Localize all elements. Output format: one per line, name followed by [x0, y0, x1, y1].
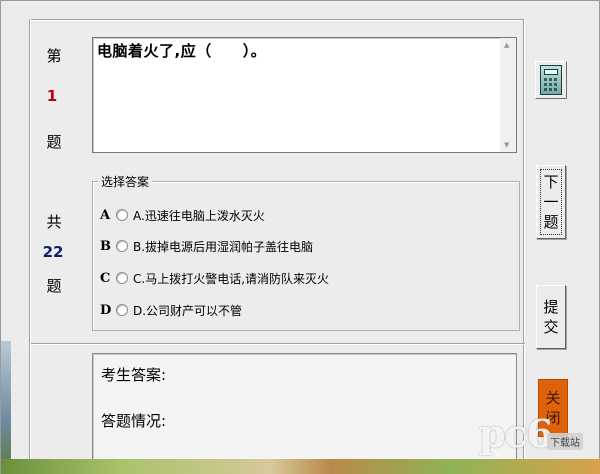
option-letter: D [100, 302, 112, 318]
left-divider [29, 19, 31, 474]
answer-status-panel: 考生答案: 答题情况: [92, 353, 517, 474]
question-scrollbar[interactable]: ▲ ▼ [500, 38, 516, 152]
submit-button[interactable]: 提 交 [536, 285, 566, 349]
total-suffix: 题 [46, 277, 62, 295]
question-number: 1 [46, 87, 58, 105]
option-label[interactable]: A.迅速往电脑上泼水灭火 [133, 207, 265, 224]
option-a-radio[interactable] [116, 209, 128, 221]
next-char-1: 下 [543, 173, 559, 191]
exam-window: 第 1 题 共 22 题 电脑着火了,应（ ）。 ▲ ▼ 选择答案 A A.迅速… [0, 0, 600, 474]
next-question-focus-ring: 下 一 题 [540, 169, 562, 235]
total-prefix: 共 [46, 213, 62, 231]
answer-status-label: 答题情况: [101, 412, 167, 430]
desktop-background-left [1, 341, 11, 474]
option-letter: B [100, 238, 111, 254]
option-label[interactable]: C.马上拨打火警电话,请消防队来灭火 [133, 270, 329, 287]
option-b-radio[interactable] [116, 240, 128, 252]
option-letter: C [100, 270, 111, 286]
candidate-answer-label: 考生答案: [101, 366, 167, 384]
question-text: 电脑着火了,应（ ）。 [97, 42, 267, 60]
scroll-down-icon[interactable]: ▼ [504, 141, 509, 149]
middle-divider [31, 343, 525, 345]
question-textbox[interactable]: 电脑着火了,应（ ）。 ▲ ▼ [92, 37, 517, 153]
watermark-logo: pc6 [479, 411, 553, 456]
option-letter: A [100, 207, 111, 223]
option-d-radio[interactable] [116, 304, 128, 316]
option-d[interactable]: D D.公司财产可以不管 [100, 301, 242, 319]
total-number: 22 [42, 243, 64, 261]
calculator-icon [540, 65, 562, 95]
option-c[interactable]: C C.马上拨打火警电话,请消防队来灭火 [100, 269, 329, 287]
question-prefix: 第 [46, 47, 62, 65]
next-char-3: 题 [543, 213, 559, 231]
desktop-background-bottom [1, 459, 600, 474]
question-suffix: 题 [46, 133, 62, 151]
answer-options-legend: 选择答案 [98, 173, 153, 190]
right-divider [523, 19, 525, 474]
watermark-subtitle: 下载站 [547, 433, 583, 450]
submit-char-1: 提 [543, 298, 559, 316]
calculator-button[interactable] [535, 61, 567, 99]
option-b[interactable]: B B.拔掉电源后用湿润帕子盖往电脑 [100, 237, 313, 255]
next-char-2: 一 [543, 193, 559, 211]
top-divider [31, 19, 525, 21]
scroll-up-icon[interactable]: ▲ [504, 41, 509, 49]
next-question-button[interactable]: 下 一 题 [536, 165, 566, 239]
option-c-radio[interactable] [116, 272, 128, 284]
option-label[interactable]: D.公司财产可以不管 [133, 302, 242, 319]
option-a[interactable]: A A.迅速往电脑上泼水灭火 [100, 206, 265, 224]
option-label[interactable]: B.拔掉电源后用湿润帕子盖往电脑 [133, 238, 313, 255]
close-char-1: 关 [545, 389, 561, 407]
submit-char-2: 交 [543, 318, 559, 336]
